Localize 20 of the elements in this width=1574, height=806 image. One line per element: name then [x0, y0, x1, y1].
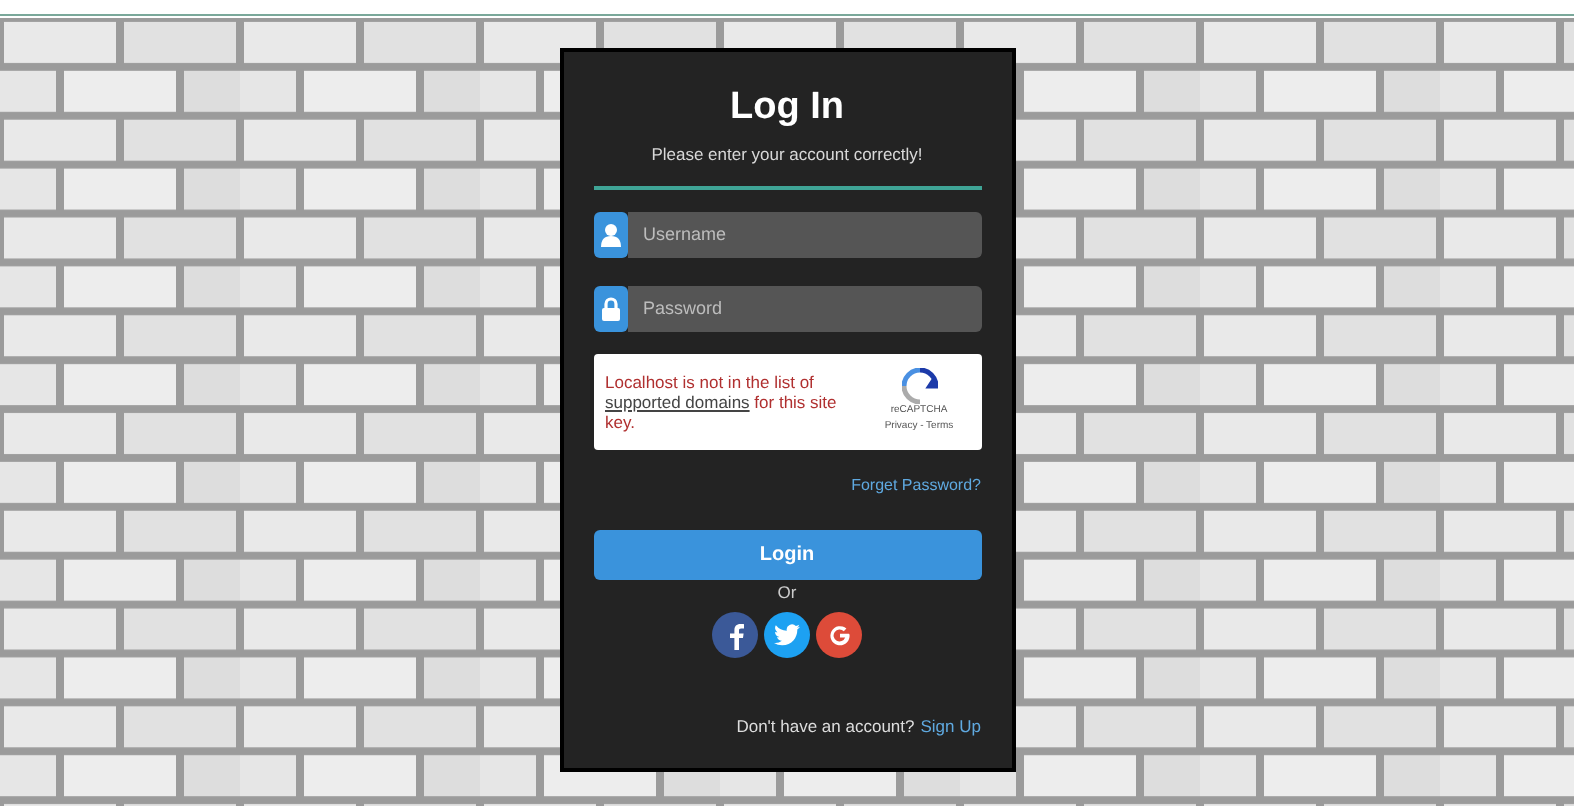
- login-title: Log In: [728, 84, 846, 132]
- facebook-icon: [725, 621, 745, 649]
- signup-link[interactable]: Sign Up: [920, 714, 981, 740]
- login-button[interactable]: Login: [593, 529, 981, 579]
- subtitle: Please enter your account correctly!: [649, 141, 925, 167]
- lock-icon: [593, 285, 627, 331]
- captcha-error: Localhost is not in the list of supported domains for this site key.: [605, 371, 839, 431]
- facebook-button[interactable]: [712, 612, 758, 658]
- input-field[interactable]: Password: [627, 285, 981, 331]
- input-field[interactable]: Username: [627, 211, 981, 257]
- signup-prompt: Don't have an account?: [736, 714, 915, 740]
- google-g-icon: [827, 623, 851, 647]
- or-separator: Or: [775, 583, 799, 600]
- supported-domains-link[interactable]: supported domains: [605, 391, 750, 411]
- forgot-password-link[interactable]: Forget Password?: [851, 473, 981, 497]
- user-icon: [593, 211, 627, 257]
- twitter-button[interactable]: [764, 612, 810, 658]
- bird-icon: [774, 624, 800, 646]
- google-button[interactable]: [816, 612, 862, 658]
- recaptcha-logo-icon: [901, 368, 937, 404]
